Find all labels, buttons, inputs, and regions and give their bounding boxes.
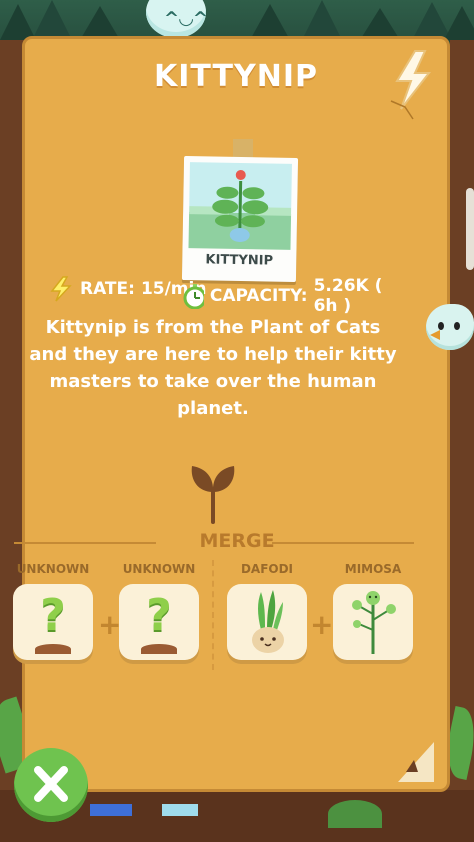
stopwatch-icon: [183, 284, 204, 309]
photo-caption: KITTYNIP: [205, 252, 274, 269]
plant-description: Kittynip is from the Plant of Cats and t…: [29, 317, 397, 419]
slot-label: MIMOSA: [344, 562, 402, 576]
blue-tile: [90, 804, 132, 816]
plant-photo-card: KITTYNIP: [181, 156, 299, 282]
slot-tile[interactable]: [227, 584, 307, 660]
stats-row: RATE: 15/min CAPACITY: 5.26K ( 6h ): [48, 276, 408, 316]
slot-tile[interactable]: ?: [119, 584, 199, 660]
dafodi-plant-icon: [252, 590, 284, 653]
slot-tile[interactable]: ?: [13, 584, 93, 660]
soil-mound: [141, 644, 177, 654]
question-plant-icon: ?: [40, 590, 66, 641]
plant-photo: [188, 162, 292, 250]
lightning-icon: [50, 276, 72, 302]
close-icon: [34, 766, 68, 802]
mascot-eye: [438, 322, 444, 330]
merge-slot-unknown-1[interactable]: UNKNOWN ?: [8, 562, 98, 660]
capacity-stat: CAPACITY: 5.26K ( 6h ): [182, 276, 408, 316]
merge-pair-divider: [212, 560, 214, 670]
side-scroll-tab[interactable]: [466, 188, 474, 270]
sprout-icon: [191, 466, 235, 524]
merge-slot-dafodi[interactable]: DAFODI: [222, 562, 312, 660]
question-plant-icon: ?: [146, 590, 172, 641]
merge-slot-mimosa[interactable]: MIMOSA: [328, 562, 418, 660]
capacity-value: 5.26K ( 6h ): [313, 276, 383, 316]
mascot-face: ^◡^: [164, 8, 209, 29]
capacity-label: CAPACITY:: [209, 286, 308, 306]
close-button[interactable]: [14, 748, 88, 822]
merge-slot-unknown-2[interactable]: UNKNOWN ?: [114, 562, 204, 660]
folded-corner: [398, 742, 434, 782]
mascot-eye: [454, 322, 460, 330]
lightning-crack-icon: [385, 47, 437, 120]
slot-tile[interactable]: [333, 584, 413, 660]
merge-heading: MERGE: [199, 530, 275, 552]
slot-label: DAFODI: [240, 562, 294, 576]
kittynip-plant-icon: [189, 170, 292, 242]
side-mascot: [426, 304, 474, 350]
slot-label: UNKNOWN: [122, 562, 196, 576]
light-tile: [162, 804, 198, 816]
mimosa-plant-icon: [352, 591, 396, 654]
slot-label: UNKNOWN: [16, 562, 90, 576]
rate-label: RATE:: [80, 279, 135, 299]
leaf-bottom: [328, 800, 382, 828]
soil-mound: [35, 644, 71, 654]
plant-title: KITTYNIP: [153, 59, 318, 94]
mascot-beak: [430, 330, 440, 340]
